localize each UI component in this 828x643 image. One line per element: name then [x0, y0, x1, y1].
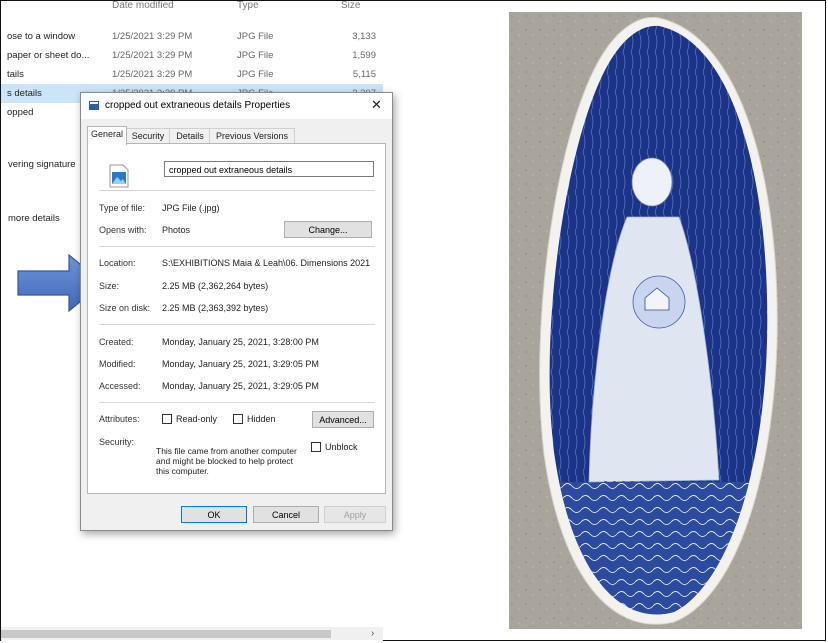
apply-button[interactable]: Apply [324, 506, 386, 523]
created-value: Monday, January 25, 2021, 3:28:00 PM [162, 337, 319, 347]
file-name: ose to a window [7, 31, 76, 42]
unblock-label[interactable]: Unblock [325, 442, 358, 452]
chevron-right-icon[interactable]: › [371, 627, 374, 640]
location-value: S:\EXHIBITIONS Maia & Leah\06. Dimension… [162, 258, 371, 268]
change-button[interactable]: Change... [284, 221, 372, 238]
file-date: 1/25/2021 3:29 PM [112, 69, 193, 80]
file-row[interactable]: ose to a window 1/25/2021 3:29 PM JPG Fi… [1, 27, 383, 46]
modified-label: Modified: [99, 359, 136, 369]
file-row[interactable]: tails 1/25/2021 3:29 PM JPG File 5,115 [1, 65, 383, 84]
divider [99, 324, 375, 325]
file-size: 3,133 [352, 31, 376, 42]
file-name: paper or sheet do... [7, 50, 90, 61]
attributes-label: Attributes: [99, 414, 140, 424]
file-name-partial[interactable]: more details [8, 213, 60, 224]
hidden-label[interactable]: Hidden [247, 414, 276, 424]
file-name: s details [7, 88, 42, 99]
column-header-size[interactable]: Size [341, 1, 360, 15]
ceramic-dish-photo [509, 12, 802, 629]
type-value: JPG File (.jpg) [162, 203, 220, 213]
opens-with-value: Photos [162, 225, 191, 235]
cancel-button[interactable]: Cancel [253, 506, 319, 523]
file-name: tails [7, 69, 24, 80]
readonly-checkbox[interactable] [162, 414, 172, 424]
file-type: JPG File [237, 31, 274, 42]
file-size: 5,115 [352, 69, 376, 80]
size-value: 2.25 MB (2,362,264 bytes) [162, 281, 269, 291]
tab-general[interactable]: General [87, 126, 127, 145]
properties-icon [89, 101, 99, 110]
opens-with-label: Opens with: [99, 225, 147, 235]
tab-details[interactable]: Details [169, 128, 211, 144]
file-name-partial[interactable]: vering signature [8, 159, 76, 170]
column-header-type[interactable]: Type [237, 1, 259, 15]
file-name-field[interactable]: cropped out extraneous details [164, 161, 374, 177]
size-on-disk-value: 2.25 MB (2,363,392 bytes) [162, 303, 269, 313]
close-icon[interactable]: ✕ [371, 97, 382, 113]
security-message: This file came from another computer and… [156, 446, 297, 476]
dialog-title: cropped out extraneous details Propertie… [105, 100, 291, 111]
accessed-label: Accessed: [99, 381, 141, 391]
type-label: Type of file: [99, 203, 146, 213]
file-type: JPG File [237, 69, 274, 80]
modified-value: Monday, January 25, 2021, 3:29:05 PM [162, 359, 319, 369]
size-on-disk-label: Size on disk: [99, 303, 151, 313]
unblock-checkbox[interactable] [311, 442, 321, 452]
image-file-icon [109, 164, 129, 188]
file-name: opped [7, 107, 34, 118]
horizontal-scrollbar[interactable]: › [1, 627, 383, 640]
tab-security[interactable]: Security [125, 128, 171, 144]
advanced-button[interactable]: Advanced... [312, 411, 374, 428]
divider [99, 246, 375, 247]
hidden-checkbox[interactable] [233, 414, 243, 424]
divider [99, 190, 375, 191]
general-tab-panel: cropped out extraneous details Type of f… [87, 143, 386, 494]
file-row[interactable]: paper or sheet do... 1/25/2021 3:29 PM J… [1, 46, 383, 65]
properties-dialog: cropped out extraneous details Propertie… [80, 92, 393, 531]
tab-previous-versions[interactable]: Previous Versions [209, 128, 295, 144]
file-date: 1/25/2021 3:29 PM [112, 50, 193, 61]
created-label: Created: [99, 337, 134, 347]
column-header-date[interactable]: Date modified [112, 1, 174, 15]
file-size: 1,599 [352, 50, 376, 61]
scrollbar-thumb[interactable] [1, 630, 331, 638]
dialog-titlebar[interactable]: cropped out extraneous details Propertie… [81, 93, 392, 119]
location-label: Location: [99, 258, 136, 268]
accessed-value: Monday, January 25, 2021, 3:29:05 PM [162, 381, 319, 391]
readonly-label[interactable]: Read-only [176, 414, 217, 424]
file-date: 1/25/2021 3:29 PM [112, 31, 193, 42]
size-label: Size: [99, 281, 120, 291]
file-type: JPG File [237, 50, 274, 61]
ok-button[interactable]: OK [181, 506, 247, 523]
divider [99, 402, 375, 403]
security-label: Security: [99, 437, 135, 447]
